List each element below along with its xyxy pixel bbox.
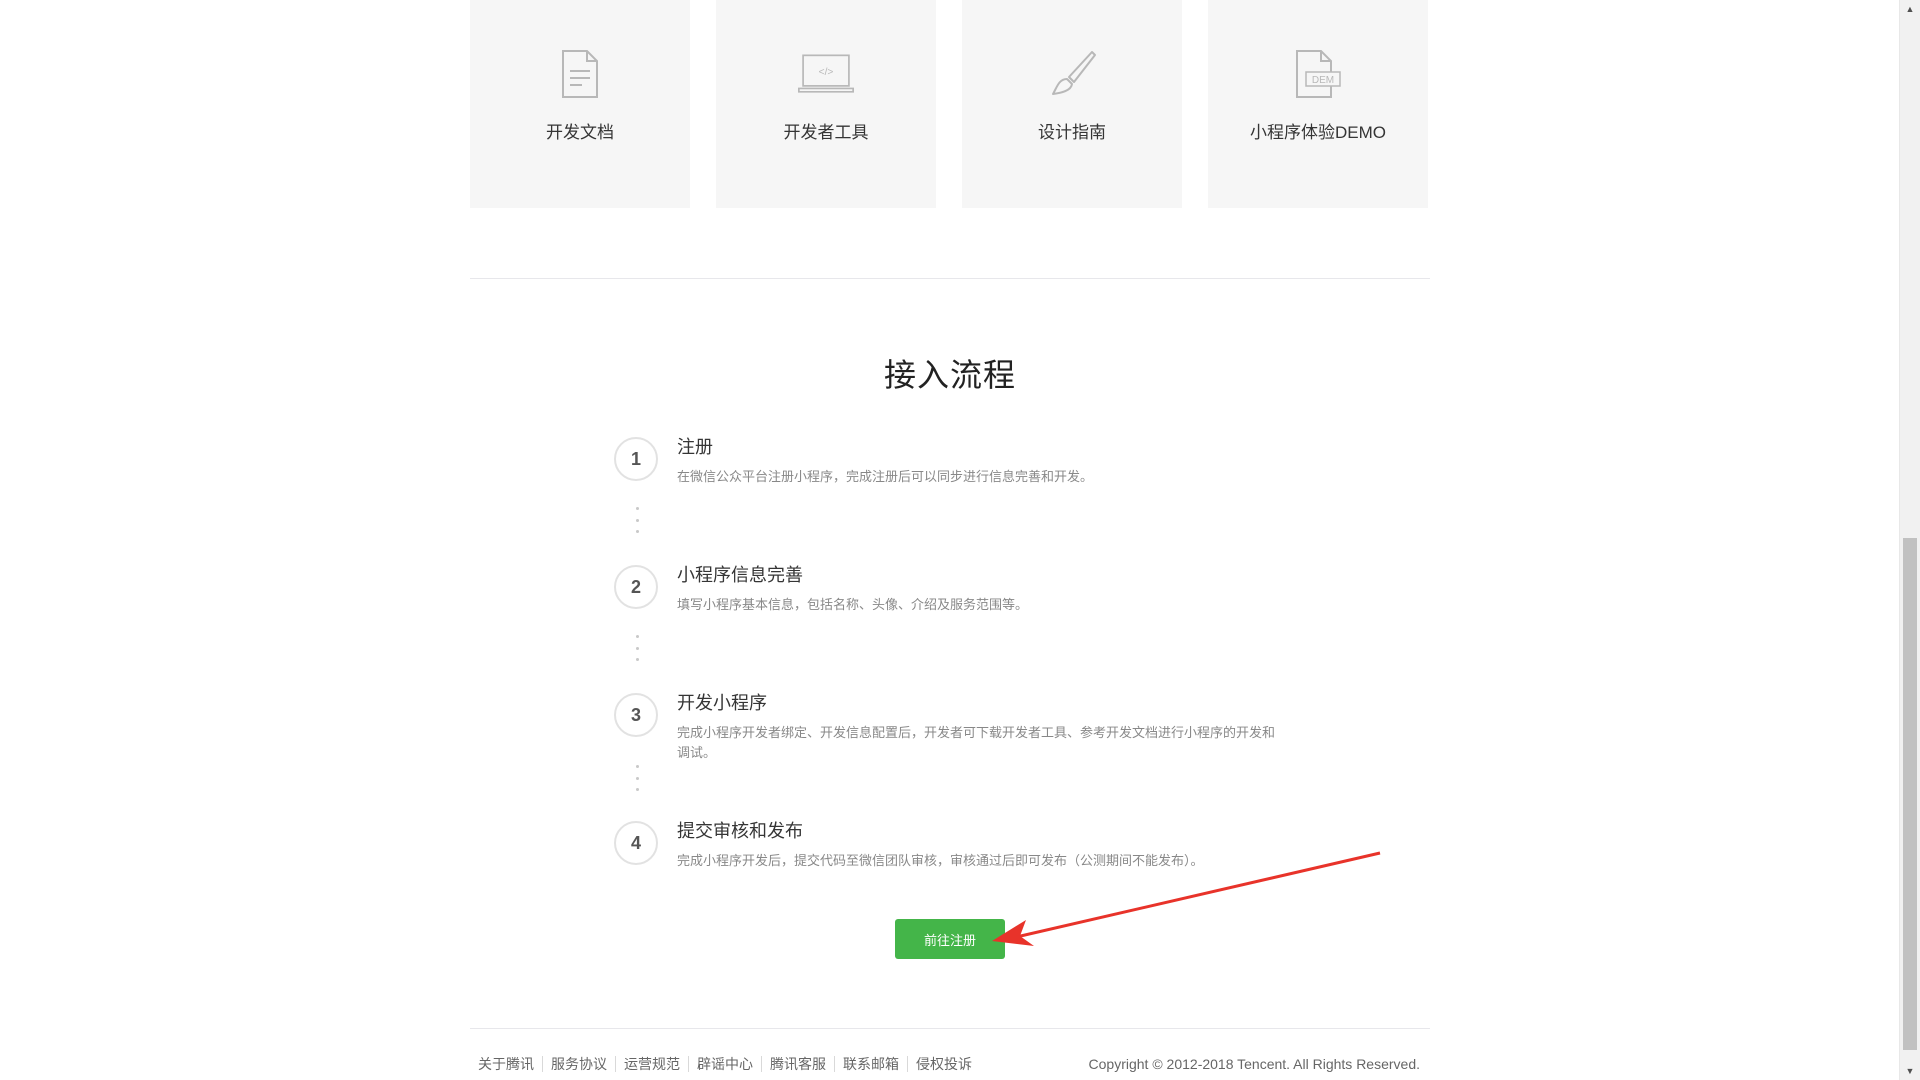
- laptop-icon-text: </>: [819, 67, 834, 78]
- footer-divider: [470, 1028, 1430, 1029]
- step-title: 注册: [677, 437, 713, 457]
- section-title: 接入流程: [883, 357, 1016, 393]
- footer-link-about[interactable]: 关于腾讯: [470, 1056, 543, 1072]
- card-design-guide[interactable]: 设计指南: [962, 0, 1182, 208]
- footer-links: 关于腾讯 服务协议 运营规范 辟谣中心 腾讯客服 联系邮箱 侵权投诉: [470, 1056, 980, 1072]
- scrollbar-thumb[interactable]: [1903, 538, 1917, 1050]
- footer-link-rumor[interactable]: 辟谣中心: [689, 1056, 762, 1072]
- step-title: 开发小程序: [677, 693, 767, 713]
- card-dev-docs[interactable]: 开发文档: [470, 0, 690, 208]
- footer-link-complaint[interactable]: 侵权投诉: [908, 1056, 980, 1072]
- scroll-down-icon[interactable]: ▼: [1900, 1062, 1920, 1080]
- vertical-scrollbar[interactable]: ▲ ▼: [1899, 0, 1920, 1080]
- copyright: Copyright © 2012-2018 Tencent. All Right…: [1088, 1056, 1420, 1072]
- annotation-arrow-icon: [992, 851, 1381, 946]
- demo-icon-text: DEM: [1312, 75, 1334, 86]
- step-desc: 填写小程序基本信息，包括名称、头像、介绍及服务范围等。: [677, 597, 1029, 612]
- footer-link-rules[interactable]: 运营规范: [616, 1056, 689, 1072]
- register-button[interactable]: 前往注册: [895, 919, 1005, 959]
- scroll-up-icon[interactable]: ▲: [1900, 0, 1920, 18]
- section-divider: [470, 278, 1430, 279]
- step-number: 4: [614, 821, 658, 865]
- step-number: 3: [614, 693, 658, 737]
- step-number: 2: [614, 565, 658, 609]
- step-connector: [635, 765, 639, 791]
- step-connector: [635, 635, 639, 661]
- step-title: 提交审核和发布: [677, 821, 803, 841]
- step-desc: 完成小程序开发者绑定、开发信息配置后，开发者可下载开发者工具、参考开发文档进行小…: [677, 725, 1276, 760]
- card-label: 小程序体验DEMO: [1250, 123, 1386, 142]
- card-label: 开发者工具: [783, 123, 869, 142]
- step-number: 1: [614, 437, 658, 481]
- step-connector: [635, 507, 639, 533]
- laptop-code-icon: </>: [798, 46, 854, 102]
- resource-cards: 开发文档 </> 开发者工具 设计指南 DEM 小程序体验DEMO: [470, 0, 1430, 208]
- page: 开发文档 </> 开发者工具 设计指南 DEM 小程序体验DEMO 接入流程 1…: [0, 0, 1920, 1080]
- step-title: 小程序信息完善: [677, 565, 803, 585]
- footer-link-support[interactable]: 腾讯客服: [762, 1056, 835, 1072]
- paintbrush-icon: [1044, 46, 1100, 102]
- card-label: 设计指南: [1038, 123, 1106, 142]
- step-desc: 在微信公众平台注册小程序，完成注册后可以同步进行信息完善和开发。: [677, 469, 1094, 484]
- card-demo[interactable]: DEM 小程序体验DEMO: [1208, 0, 1428, 208]
- document-icon: [552, 46, 608, 102]
- demo-file-icon: DEM: [1290, 46, 1346, 102]
- footer-link-email[interactable]: 联系邮箱: [835, 1056, 908, 1072]
- card-label: 开发文档: [546, 123, 614, 142]
- card-dev-tools[interactable]: </> 开发者工具: [716, 0, 936, 208]
- footer-link-terms[interactable]: 服务协议: [543, 1056, 616, 1072]
